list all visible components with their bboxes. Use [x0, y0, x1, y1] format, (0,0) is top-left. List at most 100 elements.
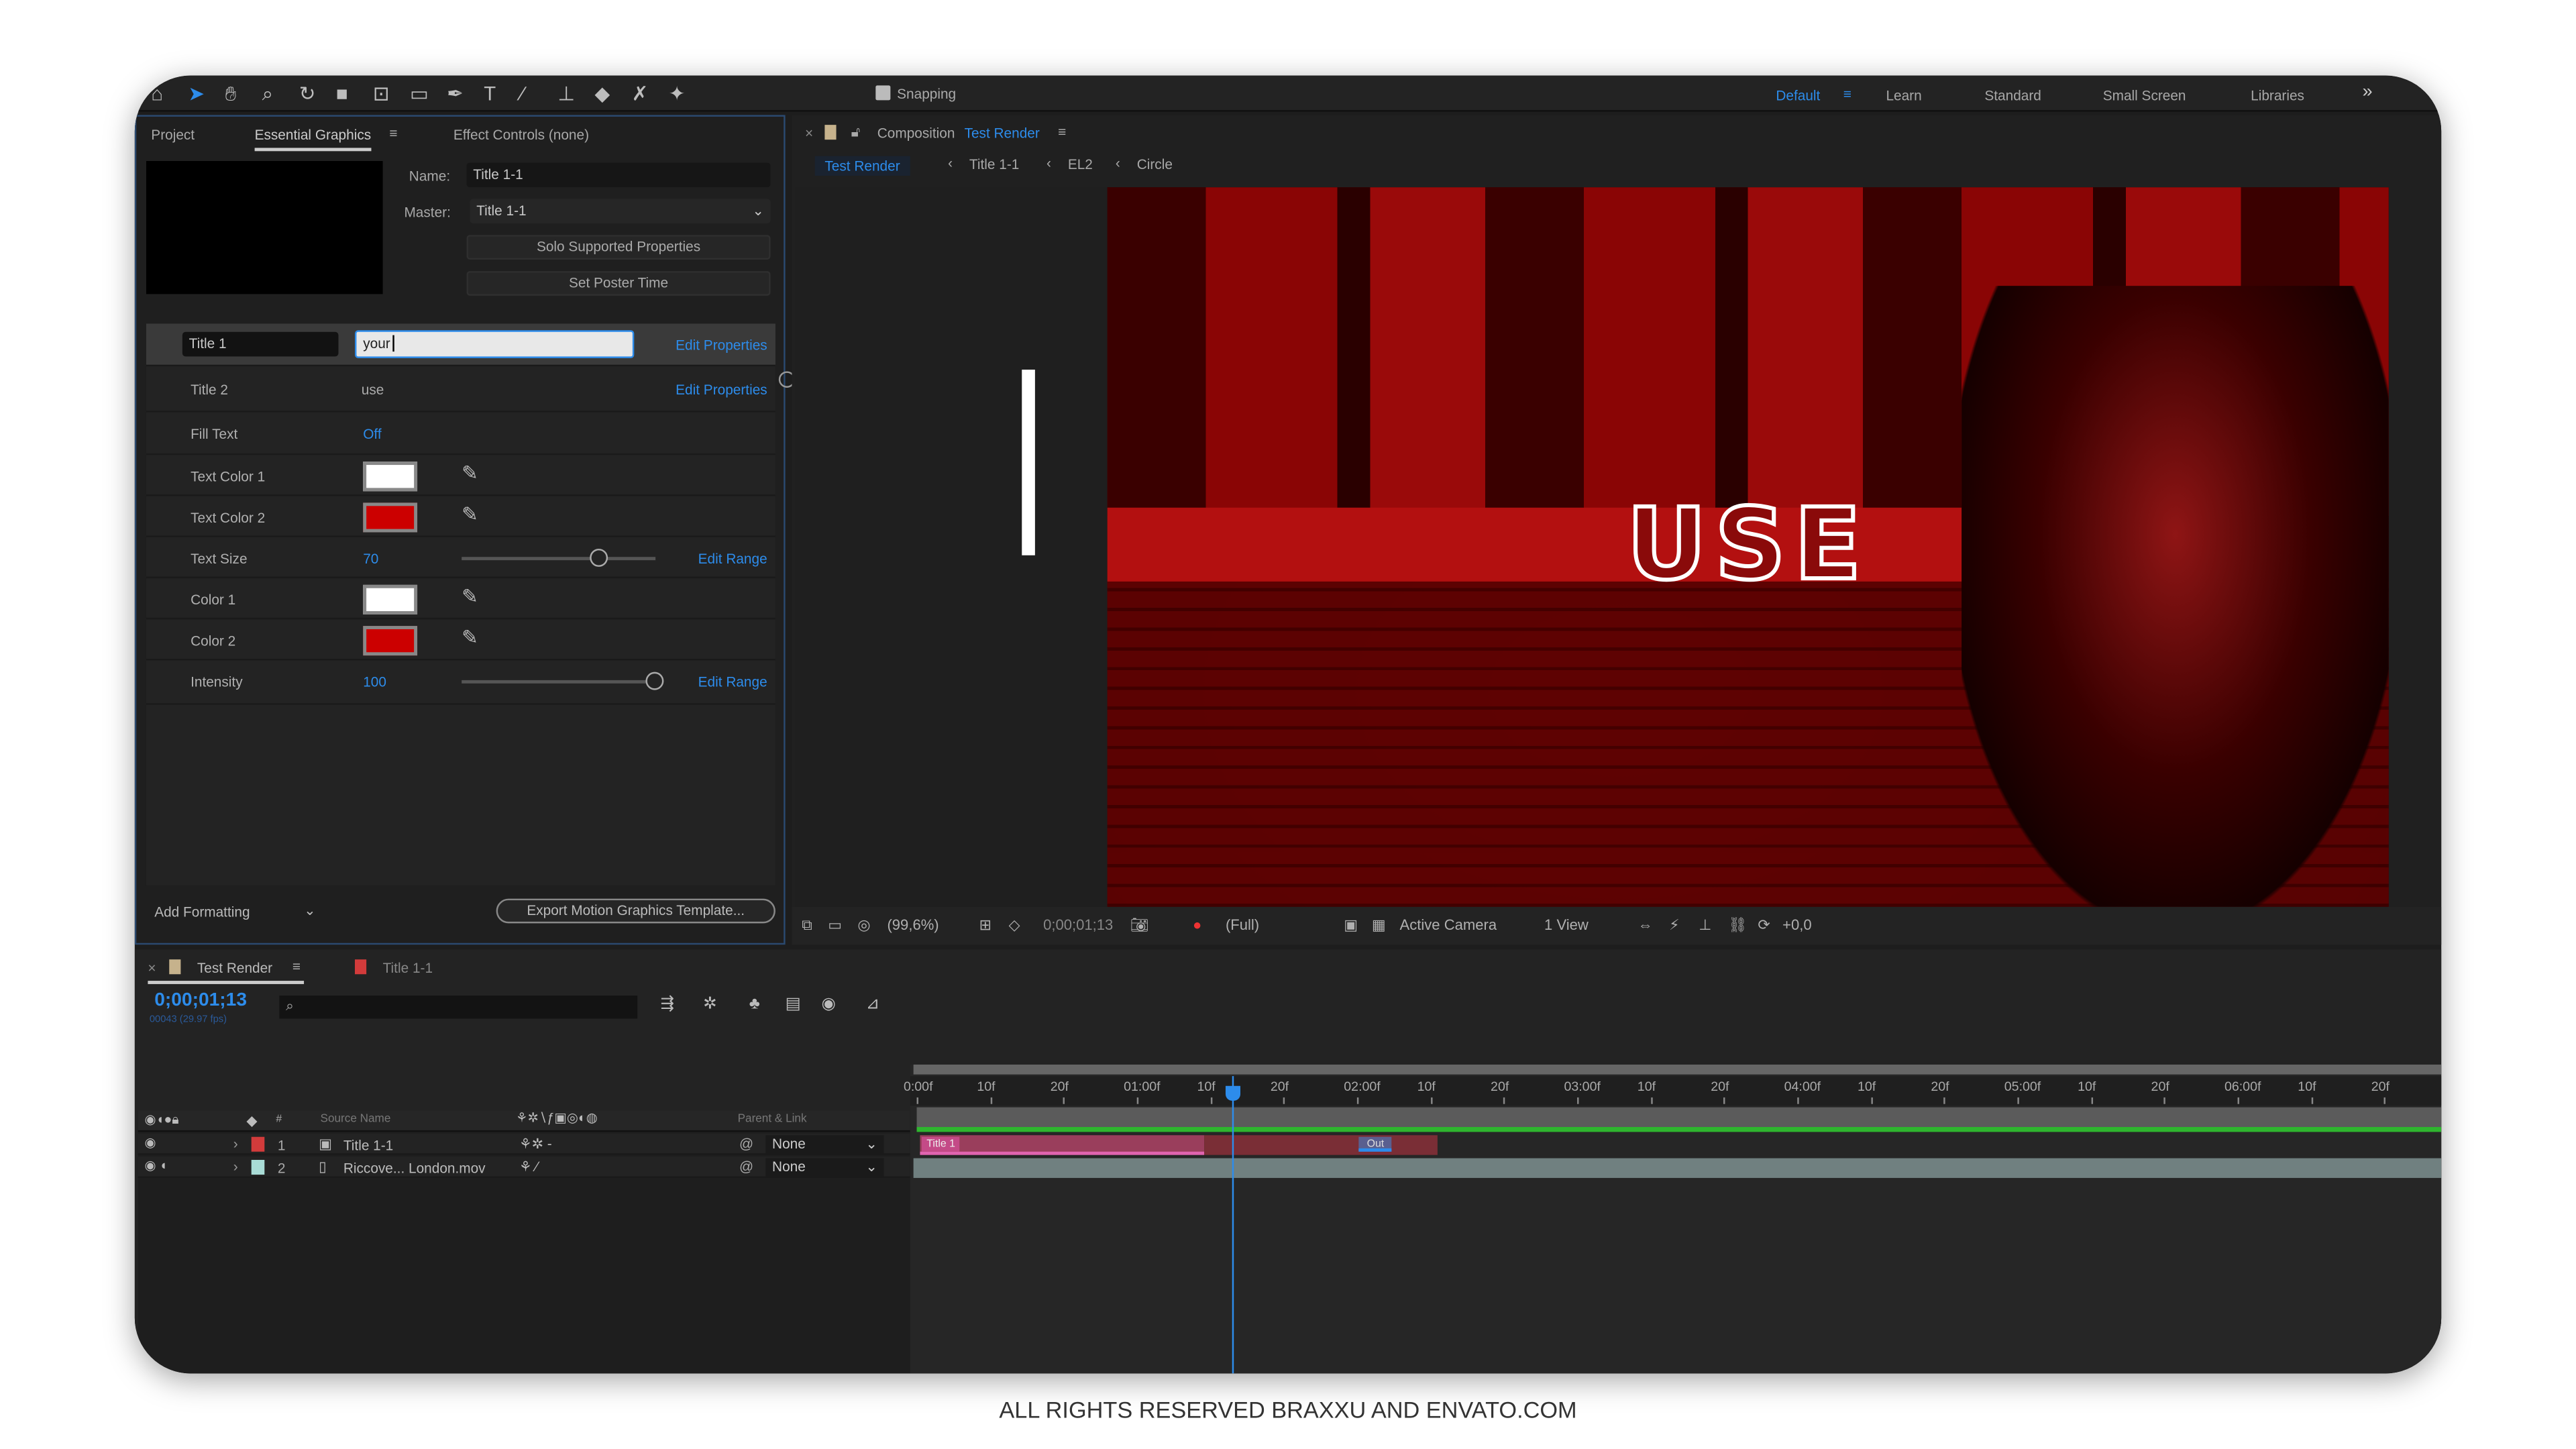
visibility-icon[interactable]: ◉: [145, 1135, 156, 1150]
title-2-value[interactable]: use: [362, 381, 384, 397]
text-size-value[interactable]: 70: [363, 550, 378, 566]
work-area-bar[interactable]: [916, 1107, 2442, 1128]
brush-icon[interactable]: ∕: [521, 82, 524, 105]
rotate-icon[interactable]: ↻: [299, 82, 316, 105]
eyedropper-icon[interactable]: ✎: [462, 462, 478, 484]
monitor-icon[interactable]: ▭: [828, 917, 842, 935]
magnification-dropdown[interactable]: (99,6%): [887, 917, 938, 933]
rectangle-icon[interactable]: ▭: [410, 82, 429, 105]
snapshot-icon[interactable]: 📷︎: [1130, 917, 1149, 935]
layer-label-color[interactable]: [251, 1136, 265, 1152]
layer-switches[interactable]: ⚘✲ -: [519, 1135, 552, 1153]
pick-whip-icon[interactable]: @: [739, 1135, 753, 1151]
panel-menu-icon[interactable]: ≡: [389, 125, 397, 141]
shy-layers-icon[interactable]: ♣: [749, 996, 760, 1014]
draft-3d-icon[interactable]: ✲: [703, 996, 717, 1014]
zoom-icon[interactable]: ⌕: [262, 82, 273, 107]
views-dropdown[interactable]: 1 View: [1544, 917, 1589, 933]
reset-exposure-icon[interactable]: ⟳: [1758, 917, 1770, 935]
roto-brush-icon[interactable]: ✗: [632, 82, 649, 105]
close-tab-icon[interactable]: ×: [805, 125, 813, 141]
intensity-slider-handle[interactable]: [645, 672, 664, 690]
layer-row[interactable]: ◉ › 1 ▣ Title 1-1 ⚘✲ - @ None ⌄: [138, 1133, 910, 1155]
transparency-icon[interactable]: ◇: [1009, 917, 1020, 935]
selection-icon[interactable]: ➤: [188, 82, 205, 105]
clone-stamp-icon[interactable]: ⊥: [557, 82, 575, 105]
workspace-small-screen[interactable]: Small Screen: [2103, 87, 2186, 103]
layer-label-color[interactable]: [251, 1159, 265, 1175]
out-marker-label[interactable]: Out: [1358, 1136, 1393, 1152]
mask-icon[interactable]: ◎: [857, 917, 870, 935]
home-icon[interactable]: ⌂: [151, 82, 163, 105]
eyedropper-icon[interactable]: ✎: [462, 626, 478, 649]
motion-blur-icon[interactable]: ◉: [822, 996, 836, 1014]
title-2-edit-properties-link[interactable]: Edit Properties: [676, 381, 767, 397]
text-color-1-swatch[interactable]: [363, 462, 418, 492]
breadcrumb-0[interactable]: Test Render: [814, 156, 910, 176]
breadcrumb-3[interactable]: Circle: [1137, 156, 1173, 172]
layer-row[interactable]: ◉ ◖ › 2 ▯ Riccove... London.mov ⚘ ∕ @ None ⌄: [138, 1157, 910, 1178]
set-poster-time-button[interactable]: Set Poster Time: [466, 271, 771, 296]
workspace-learn[interactable]: Learn: [1886, 87, 1921, 103]
color-1-swatch[interactable]: [363, 584, 418, 614]
layer-name[interactable]: Riccove... London.mov: [343, 1160, 486, 1176]
frame-blending-icon[interactable]: ▤: [786, 996, 801, 1014]
preview-options-icon[interactable]: ⧉: [802, 917, 812, 935]
expand-chevron-icon[interactable]: ›: [233, 1135, 238, 1151]
parent-dropdown[interactable]: None ⌄: [765, 1158, 884, 1177]
composition-flowchart-icon[interactable]: ⇶: [660, 996, 674, 1014]
eraser-icon[interactable]: ◆: [595, 82, 610, 105]
more-workspaces-icon[interactable]: »: [2363, 82, 2373, 101]
fast-previews-icon[interactable]: ⚡︎: [1669, 917, 1679, 935]
panel-menu-icon[interactable]: ≡: [292, 958, 301, 974]
close-tab-icon[interactable]: ×: [148, 959, 156, 975]
tab-essential[interactable]: Essential Graphics: [254, 127, 372, 152]
camera-icon[interactable]: ■: [336, 82, 348, 105]
eyedropper-icon[interactable]: ✎: [462, 502, 478, 525]
title-1-name-field[interactable]: Title 1: [182, 331, 339, 357]
exposure-value[interactable]: +0,0: [1782, 917, 1812, 933]
hand-icon[interactable]: ✋︎: [225, 82, 237, 107]
in-marker-label[interactable]: Title 1: [921, 1136, 961, 1152]
breadcrumb-2[interactable]: EL2: [1068, 156, 1093, 172]
resolution-dropdown[interactable]: (Full): [1226, 917, 1259, 933]
tab-effect[interactable]: Effect Controls (none): [453, 127, 589, 143]
fill-text-toggle[interactable]: Off: [363, 425, 381, 441]
lock-icon[interactable]: 🔓︎: [851, 123, 861, 142]
timeline-tab-test-render[interactable]: Test Render: [197, 959, 272, 975]
text-size-slider-handle[interactable]: [590, 548, 609, 567]
breadcrumb-1[interactable]: Title 1-1: [969, 156, 1019, 172]
intensity-value[interactable]: 100: [363, 674, 386, 690]
layer-switches[interactable]: ⚘ ∕: [519, 1159, 538, 1177]
text-color-2-swatch[interactable]: [363, 502, 418, 533]
workspace-default[interactable]: Default: [1776, 87, 1820, 103]
layer-2-bar[interactable]: [913, 1158, 2442, 1178]
timeline-tab-title[interactable]: Title 1-1: [383, 959, 433, 975]
timeline-icon[interactable]: ⊥: [1699, 917, 1711, 935]
export-mogrt-button[interactable]: Export Motion Graphics Template...: [496, 898, 775, 924]
flowchart-icon[interactable]: ⛓︎: [1728, 917, 1747, 935]
name-field[interactable]: Title 1-1: [466, 162, 771, 188]
intensity-slider[interactable]: [462, 680, 656, 684]
visibility-icon[interactable]: ◉: [145, 1159, 156, 1173]
pen-icon[interactable]: ✒︎: [447, 82, 464, 105]
color-2-swatch[interactable]: [363, 626, 418, 656]
title-1-edit-properties-link[interactable]: Edit Properties: [676, 337, 767, 353]
text-icon[interactable]: T: [484, 82, 496, 105]
eyedropper-icon[interactable]: ✎: [462, 585, 478, 608]
playhead-handle[interactable]: [1226, 1085, 1241, 1101]
add-formatting-dropdown[interactable]: Add Formatting: [154, 904, 250, 920]
pick-whip-icon[interactable]: @: [739, 1159, 753, 1175]
title-1-text-input[interactable]: your: [354, 330, 635, 358]
snapping-checkbox[interactable]: [875, 85, 891, 101]
checkerboard-icon[interactable]: ▦: [1372, 917, 1386, 935]
timeline-search-input[interactable]: ⌕: [279, 996, 638, 1019]
composition-tab[interactable]: Test Render: [965, 125, 1040, 141]
current-time-display[interactable]: 0;00;01;13: [1043, 917, 1113, 933]
color-channels-icon[interactable]: ●: [1193, 917, 1201, 933]
property-title-1[interactable]: Title 1 your Edit Properties: [146, 323, 775, 367]
grid-icon[interactable]: ⊞: [979, 917, 991, 935]
toggle-pixel-aspect-icon[interactable]: ⇔: [1638, 917, 1653, 933]
pan-behind-icon[interactable]: ⊡: [373, 82, 390, 105]
time-graph[interactable]: 0:00f 10f 20f 01:00f 10f 20f 02:00f 10f 20f 03:00…: [904, 1064, 2442, 1374]
